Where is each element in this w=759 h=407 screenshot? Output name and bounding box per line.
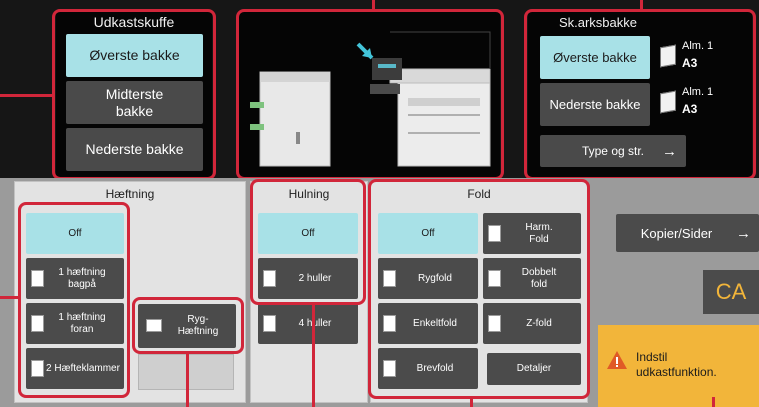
warning-text: Indstil udkastfunktion. (636, 350, 717, 379)
callout-fold (368, 179, 590, 399)
callout-sheet-tray (524, 9, 756, 180)
callout-saddle-stitch (132, 297, 244, 354)
stapling-title: Hæftning (105, 187, 155, 201)
callout-line (372, 0, 375, 10)
punch-four-label: 4 huller (298, 317, 332, 329)
callout-line (470, 397, 473, 407)
callout-exit-tray (52, 9, 216, 180)
callout-line (312, 303, 315, 407)
callout-line (0, 94, 53, 97)
copies-pages-label: Kopier/Sider (640, 225, 713, 241)
clear-all-button[interactable]: CA (703, 270, 759, 314)
punch-icon (263, 315, 276, 332)
callout-punch (250, 179, 366, 305)
callout-line (0, 296, 19, 299)
copies-pages-button[interactable]: Kopier/Sider → (616, 214, 759, 252)
arrow-right-icon: → (736, 224, 751, 242)
callout-line (712, 397, 715, 407)
callout-line (640, 0, 643, 10)
callout-staple-options (18, 202, 130, 398)
punch-four-holes-button[interactable]: 4 huller (258, 303, 358, 344)
warning-icon (607, 351, 627, 369)
callout-preview (236, 9, 504, 180)
callout-line (186, 352, 189, 407)
